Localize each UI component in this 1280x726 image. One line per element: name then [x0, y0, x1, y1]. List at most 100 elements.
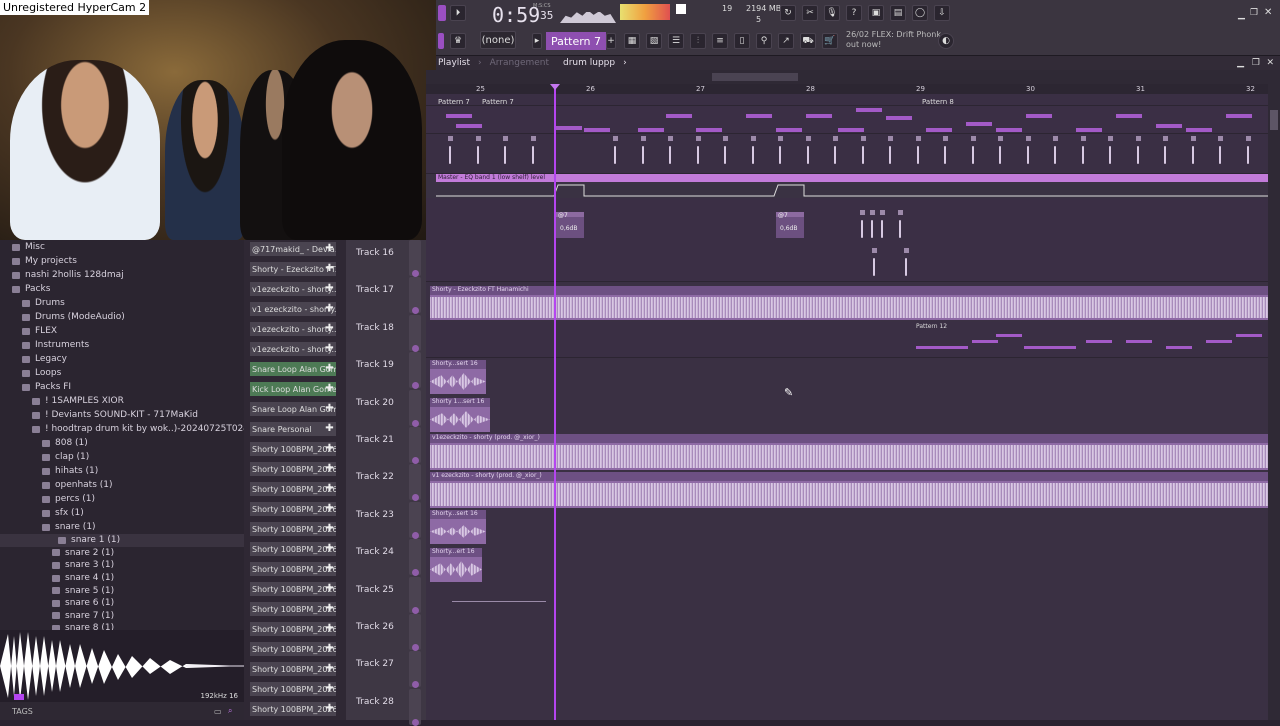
drum-hit[interactable]: [886, 136, 894, 168]
add-icon[interactable]: ✚: [324, 683, 335, 695]
browser-item[interactable]: hihats (1): [0, 464, 244, 478]
track-name[interactable]: Track 27: [356, 659, 394, 669]
pattern-add-icon[interactable]: +: [606, 33, 616, 49]
browser-item[interactable]: snare 3 (1): [0, 559, 244, 572]
pattern-lane-1[interactable]: [426, 94, 1268, 106]
browser-item[interactable]: clap (1): [0, 450, 244, 464]
automation-clip-1[interactable]: @7 0,6dB: [556, 212, 584, 238]
track-name[interactable]: Track 18: [356, 323, 394, 333]
track-name[interactable]: Track 28: [356, 697, 394, 707]
audio-clip-track-24[interactable]: Shorty...ert 16: [430, 548, 482, 582]
channel-button[interactable]: Shorty 100BPM_2026-03..✚: [250, 542, 336, 556]
drum-hit[interactable]: [1161, 136, 1169, 168]
search-icon[interactable]: ⌕: [228, 706, 232, 716]
browser-item[interactable]: snare 4 (1): [0, 572, 244, 585]
sample-play-marker[interactable]: [14, 694, 24, 700]
vertical-scrollbar[interactable]: [1268, 70, 1280, 720]
horizontal-scrollbar[interactable]: [426, 70, 1268, 84]
plugin-icon[interactable]: ⚲: [756, 33, 772, 49]
drum-hit[interactable]: [831, 136, 839, 168]
track-status-dot[interactable]: [412, 457, 419, 464]
drum-hit[interactable]: [1106, 136, 1114, 168]
channel-button[interactable]: Shorty 100BPM_2026-03..✚: [250, 482, 336, 496]
song-mode-toggle[interactable]: [438, 5, 446, 21]
add-icon[interactable]: ✚: [324, 423, 335, 435]
channel-button[interactable]: @717makid_ - Devia.. ✚: [250, 242, 336, 256]
browser-item[interactable]: ! Deviants SOUND-KIT - 717MaKid: [0, 408, 244, 422]
add-icon[interactable]: ✚: [324, 443, 335, 455]
drum-hit[interactable]: [914, 136, 922, 168]
channel-button[interactable]: Shorty 100BPM_2026-03..✚: [250, 522, 336, 536]
playlist-maximize-icon[interactable]: ❐: [1252, 58, 1260, 68]
channel-button[interactable]: Shorty 100BPM_2026-03..✚: [250, 642, 336, 656]
browser-item[interactable]: Loops: [0, 366, 244, 380]
add-icon[interactable]: ✚: [324, 463, 335, 475]
project-icon[interactable]: ▯: [734, 33, 750, 49]
channel-button[interactable]: v1ezeckzito - shorty.. ✚: [250, 282, 336, 296]
cart-icon[interactable]: 🛒: [822, 33, 838, 49]
playhead[interactable]: [554, 84, 556, 720]
track-status-dot[interactable]: [412, 531, 419, 539]
channel-button[interactable]: Shorty 100BPM_2026-03..✚: [250, 562, 336, 576]
track-status-dot[interactable]: [412, 644, 419, 651]
save-icon[interactable]: ▣: [868, 5, 884, 21]
drum-hit[interactable]: [1216, 136, 1224, 168]
add-icon[interactable]: ✚: [324, 543, 335, 555]
mixer-view-icon[interactable]: ⫶: [690, 33, 706, 49]
add-icon[interactable]: ✚: [324, 343, 335, 355]
playlist-icon[interactable]: ▦: [624, 33, 640, 49]
browser-item[interactable]: snare 1 (1): [0, 534, 244, 547]
drum-hit[interactable]: [941, 136, 949, 168]
news-ticker[interactable]: 26/02 FLEX: Drift Phonk out now!: [846, 30, 941, 50]
window-maximize-icon[interactable]: ❐: [1250, 8, 1258, 18]
track-status-dot[interactable]: [412, 494, 419, 502]
snap-icon[interactable]: [438, 33, 444, 49]
pattern-mode-select[interactable]: (none): [480, 31, 516, 49]
drum-hit[interactable]: [666, 136, 674, 168]
globe-icon[interactable]: ◐: [938, 33, 954, 49]
piano-roll-icon[interactable]: ▧: [646, 33, 662, 49]
browser-item[interactable]: Misc: [0, 240, 244, 254]
track-status-dot[interactable]: [412, 307, 419, 315]
browser-item[interactable]: 808 (1): [0, 436, 244, 450]
drum-hit[interactable]: [776, 136, 784, 168]
mic-icon[interactable]: 🎙: [824, 5, 840, 21]
channel-button[interactable]: Snare Loop Alan Gom.. ✚: [250, 402, 336, 416]
track-status-dot[interactable]: [412, 270, 419, 277]
drum-hit[interactable]: [1244, 136, 1252, 168]
track-name[interactable]: Track 20: [356, 398, 394, 408]
add-icon[interactable]: ✚: [324, 563, 335, 575]
browser-item[interactable]: openhats (1): [0, 478, 244, 492]
audio-clip-track-19[interactable]: Shorty...sert 16: [430, 360, 486, 394]
add-icon[interactable]: ✚: [324, 303, 335, 315]
automation-clip-2[interactable]: @7 0,6dB: [776, 212, 804, 238]
browser-item[interactable]: snare 7 (1): [0, 610, 244, 623]
channel-button[interactable]: Shorty 100BPM_2026-03..✚: [250, 702, 336, 716]
add-icon[interactable]: ✚: [324, 283, 335, 295]
track-status-dot[interactable]: [412, 344, 419, 352]
drum-hit[interactable]: [1024, 136, 1032, 168]
add-icon[interactable]: ✚: [324, 263, 335, 275]
channel-button[interactable]: Shorty 100BPM_2026-03..✚: [250, 662, 336, 676]
browser-item[interactable]: Packs: [0, 282, 244, 296]
track-name[interactable]: Track 26: [356, 622, 394, 632]
drum-hit[interactable]: [996, 136, 1004, 168]
drum-hit[interactable]: [1134, 136, 1142, 168]
add-icon[interactable]: ✚: [324, 363, 335, 375]
browser-item[interactable]: ! 1SAMPLES XIOR: [0, 394, 244, 408]
drum-hit[interactable]: [501, 136, 509, 168]
audio-clip-track-23[interactable]: Shorty...sert 16: [430, 510, 486, 544]
browser-item[interactable]: snare 6 (1): [0, 597, 244, 610]
track-status-dot[interactable]: [412, 606, 419, 614]
sample-preview[interactable]: 192kHz 16: [0, 630, 244, 702]
automation-clips-lane[interactable]: [426, 198, 1268, 282]
browser-item[interactable]: nashi 2hollis 128dmaj: [0, 268, 244, 282]
render-icon[interactable]: ⛟: [800, 33, 816, 49]
drum-hit[interactable]: [1051, 136, 1059, 168]
drum-hit[interactable]: [749, 136, 757, 168]
drum-hit[interactable]: [969, 136, 977, 168]
browser-item[interactable]: Packs FI: [0, 380, 244, 394]
add-icon[interactable]: ✚: [324, 663, 335, 675]
track-name[interactable]: Track 19: [356, 360, 394, 370]
playhead-marker[interactable]: [550, 84, 560, 90]
